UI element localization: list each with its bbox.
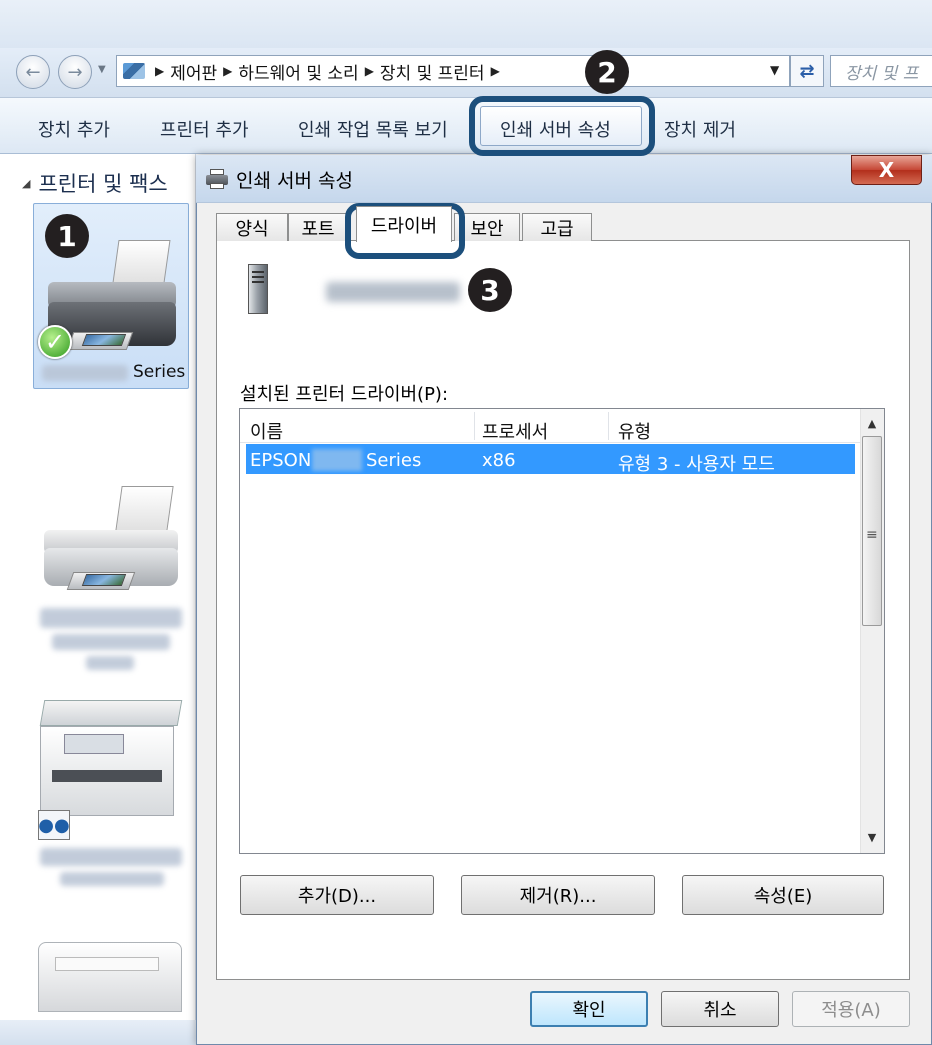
- step-1-badge: 1: [45, 214, 89, 258]
- status-bar: [0, 1020, 196, 1045]
- driver-properties-button[interactable]: 속성(E): [682, 875, 884, 915]
- callout-box-step2: [469, 96, 655, 156]
- explorer-titlebar: [0, 0, 932, 48]
- scroll-up-icon[interactable]: ▲: [860, 412, 884, 434]
- tab-drivers[interactable]: 드라이버: [356, 206, 452, 242]
- history-dropdown-icon[interactable]: ▼: [98, 64, 106, 75]
- printer-name-redacted: [52, 634, 170, 650]
- breadcrumb-hardware-sound[interactable]: 하드웨어 및 소리: [238, 59, 358, 84]
- dialog-title: 인쇄 서버 속성: [236, 170, 353, 192]
- driver-type: 유형 3 - 사용자 모드: [618, 454, 775, 475]
- default-printer-check-icon: ✓: [38, 325, 72, 359]
- server-name-redacted: [326, 282, 460, 302]
- control-panel-icon: [123, 63, 145, 79]
- view-print-queue-button[interactable]: 인쇄 작업 목록 보기: [298, 116, 448, 142]
- cancel-button[interactable]: 취소: [661, 991, 779, 1027]
- breadcrumb-devices-printers[interactable]: 장치 및 프린터: [380, 59, 485, 84]
- breadcrumb-control-panel[interactable]: 제어판: [170, 59, 217, 84]
- laser-printer-icon[interactable]: [38, 942, 182, 1012]
- step-2-badge: 2: [585, 50, 629, 94]
- collapse-triangle-icon[interactable]: ◢: [22, 177, 30, 190]
- tab-advanced[interactable]: 고급: [522, 213, 592, 241]
- driver-processor: x86: [482, 450, 516, 471]
- forward-button[interactable]: →: [58, 55, 92, 89]
- column-header-type[interactable]: 유형: [618, 418, 651, 444]
- refresh-button[interactable]: ⇄: [790, 55, 824, 87]
- add-device-button[interactable]: 장치 추가: [38, 116, 110, 142]
- breadcrumb-separator-icon[interactable]: ▶: [365, 64, 374, 78]
- printer-name-redacted: [42, 365, 128, 381]
- close-button[interactable]: X: [851, 155, 922, 185]
- column-separator[interactable]: [474, 412, 475, 440]
- step-3-badge: 3: [468, 268, 512, 312]
- printer-name-redacted: [40, 608, 182, 628]
- arrow-right-icon: →: [67, 61, 83, 83]
- back-button[interactable]: ←: [16, 55, 50, 89]
- shared-users-icon: ●●: [38, 810, 70, 840]
- add-printer-button[interactable]: 프린터 추가: [160, 116, 249, 142]
- driver-name-prefix: EPSON: [250, 450, 312, 471]
- search-input[interactable]: 장치 및 프: [830, 55, 932, 87]
- drivers-list[interactable]: [239, 408, 885, 854]
- section-title: 프린터 및 팩스: [38, 172, 168, 196]
- printer-name-suffix: Series: [133, 362, 186, 382]
- scroll-grip-icon: ≡: [866, 527, 878, 543]
- printer-name-redacted: [40, 848, 182, 866]
- breadcrumb-separator-icon[interactable]: ▶: [223, 64, 232, 78]
- remove-device-button[interactable]: 장치 제거: [664, 116, 736, 142]
- ok-button[interactable]: 확인: [530, 991, 648, 1027]
- address-bar[interactable]: ▶ 제어판 ▶ 하드웨어 및 소리 ▶ 장치 및 프린터 ▶: [116, 55, 790, 87]
- address-dropdown-icon[interactable]: ▼: [770, 63, 779, 77]
- printer-icon: [206, 169, 228, 189]
- printer-name-redacted: [86, 656, 134, 670]
- tab-forms[interactable]: 양식: [216, 213, 288, 241]
- command-bar: [0, 98, 932, 154]
- server-icon: [248, 264, 268, 314]
- refresh-icon: ⇄: [799, 60, 815, 82]
- column-separator[interactable]: [608, 412, 609, 440]
- close-icon: X: [878, 158, 895, 182]
- tab-ports[interactable]: 포트: [288, 213, 348, 241]
- section-header-printers[interactable]: ◢ 프린터 및 팩스: [22, 168, 168, 198]
- arrow-left-icon: ←: [25, 61, 41, 83]
- apply-button[interactable]: 적용(A): [792, 991, 910, 1027]
- installed-drivers-label: 설치된 프린터 드라이버(P):: [240, 384, 449, 405]
- multifunction-printer-icon[interactable]: [39, 700, 183, 818]
- scroll-down-icon[interactable]: ▼: [860, 826, 884, 848]
- breadcrumb-separator-icon[interactable]: ▶: [155, 64, 164, 78]
- add-driver-button[interactable]: 추가(D)...: [240, 875, 434, 915]
- inkjet-printer-icon[interactable]: [40, 486, 182, 596]
- remove-driver-button[interactable]: 제거(R)...: [461, 875, 655, 915]
- drivers-list-header: [240, 409, 860, 443]
- driver-model-redacted: [312, 449, 362, 471]
- breadcrumb-separator-icon[interactable]: ▶: [491, 64, 500, 78]
- column-header-processor[interactable]: 프로세서: [482, 418, 548, 444]
- printer-name-redacted: [60, 872, 164, 886]
- driver-name-suffix: Series: [366, 450, 422, 471]
- column-header-name[interactable]: 이름: [250, 418, 283, 444]
